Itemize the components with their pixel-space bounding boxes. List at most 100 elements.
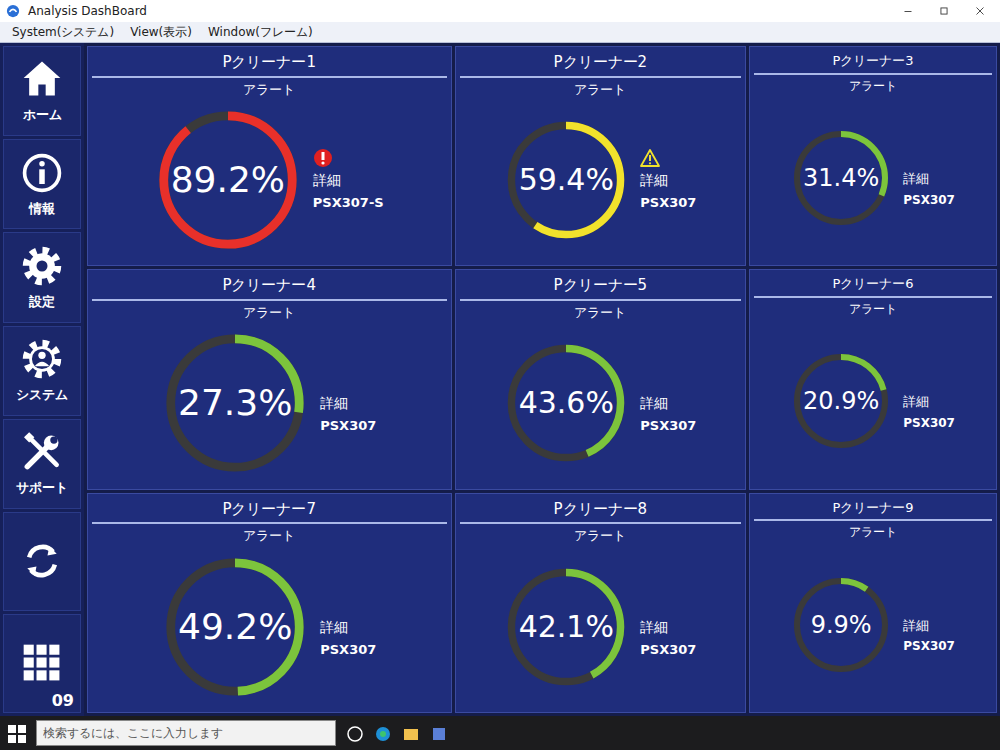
sidebar-item[interactable]: サポート (3, 419, 81, 509)
sidebar-label: 情報 (29, 199, 55, 219)
taskbar-app-button[interactable] (374, 721, 392, 745)
grid-layout-button[interactable]: 09 (3, 614, 81, 713)
window-control-button[interactable] (930, 3, 958, 19)
detail-link[interactable]: 詳細 (320, 393, 376, 414)
system-gear-icon (20, 337, 64, 381)
cleaner-info: 詳細PSX307 (320, 371, 376, 436)
cleaner-title: Pクリーナー5 (456, 270, 746, 299)
gauge-value: 9.9% (811, 613, 872, 637)
title-rule (754, 519, 992, 521)
cleaner-info: 詳細PSX307 (320, 595, 376, 660)
gauge-value: 42.1% (519, 612, 614, 642)
cleaner-body: 49.2%詳細PSX307 (88, 546, 451, 712)
alert-label: アラート (750, 75, 996, 95)
alert-label: アラート (456, 78, 746, 100)
cleaner-panel[interactable]: Pクリーナー2アラート59.4%詳細PSX307 (455, 46, 747, 266)
menu-bar: System(システム) View(表示) Window(フレーム) (0, 22, 1000, 43)
taskbar-app-button[interactable] (402, 721, 420, 745)
close-icon (973, 4, 987, 18)
grid-icon (20, 641, 64, 685)
taskbar-app-button[interactable] (346, 721, 364, 745)
start-button[interactable] (8, 721, 26, 745)
ring-gauge: 9.9% (791, 575, 891, 675)
sidebar-item[interactable]: システム (3, 326, 81, 416)
maximize-icon (937, 4, 951, 18)
gauge-fill (512, 572, 621, 681)
window-control-button[interactable] (894, 3, 922, 19)
detail-link[interactable]: 詳細 (640, 393, 696, 414)
detail-link[interactable]: 詳細 (903, 616, 955, 636)
title-rule (754, 73, 992, 75)
sidebar-item[interactable]: 設定 (3, 232, 81, 322)
title-rule (754, 296, 992, 298)
main-area: ホーム情報設定システムサポート09Pクリーナー1アラート89.2%詳細PSX30… (0, 43, 1000, 716)
gauge-value: 27.3% (178, 385, 292, 421)
cleaner-body: 31.4% 詳細 PSX307 (750, 95, 996, 266)
warning-icon (640, 148, 660, 168)
ring-gauge: 42.1% (504, 565, 628, 689)
detail-link[interactable]: 詳細 (320, 617, 376, 638)
cleaner-grid: Pクリーナー1アラート89.2%詳細PSX307-SPクリーナー2アラート59.… (84, 43, 1000, 716)
cleaner-info: 詳細 PSX307 (903, 370, 955, 432)
cleaner-title: Pクリーナー9 (750, 494, 996, 520)
ring-gauge: 43.6% (504, 341, 628, 465)
cleaner-panel[interactable]: Pクリーナー3アラート 31.4% 詳細 PSX307 (749, 46, 997, 266)
sidebar-item[interactable]: 情報 (3, 139, 81, 229)
detail-link[interactable]: 詳細 (640, 617, 696, 638)
browser-icon (374, 725, 392, 743)
cleaner-panel[interactable]: Pクリーナー6アラート20.9%詳細PSX307 (749, 269, 997, 489)
menu-item[interactable]: System(システム) (8, 23, 118, 41)
cleaner-body: 43.6%詳細PSX307 (456, 322, 746, 488)
alert-label: アラート (88, 301, 451, 323)
menu-item[interactable]: View(表示) (126, 23, 196, 41)
cleaner-panel[interactable]: Pクリーナー7アラート49.2%詳細PSX307 (87, 493, 452, 713)
home-icon (20, 57, 64, 101)
cleaner-panel[interactable]: Pクリーナー5アラート43.6%詳細PSX307 (455, 269, 747, 489)
title-rule (92, 76, 447, 78)
detail-link[interactable]: 詳細 (640, 170, 696, 191)
ring-gauge: 31.4% (791, 128, 891, 228)
alert-label: アラート (88, 524, 451, 546)
menu-item[interactable]: Window(フレーム) (204, 23, 317, 41)
detail-link[interactable]: 詳細 (313, 170, 384, 191)
taskbar-app-button[interactable] (430, 721, 448, 745)
model-name: PSX307 (903, 191, 955, 209)
gauge-fill (171, 339, 299, 467)
gauge-fill (797, 357, 885, 445)
app-icon (430, 725, 448, 743)
info-icon (20, 151, 64, 195)
task-view-icon (346, 725, 364, 743)
cleaner-panel[interactable]: Pクリーナー9アラート9.9%詳細PSX307 (749, 493, 997, 713)
cleaner-title: Pクリーナー7 (88, 494, 451, 523)
gauge-value: 43.6% (519, 388, 614, 418)
cleaner-title: Pクリーナー3 (750, 47, 996, 73)
model-name: PSX307 (903, 414, 955, 432)
cleaner-panel[interactable]: Pクリーナー1アラート89.2%詳細PSX307-S (87, 46, 452, 266)
detail-link[interactable]: 詳細 (903, 392, 955, 412)
gauge-value: 59.4% (519, 165, 614, 195)
cleaner-panel[interactable]: Pクリーナー8アラート42.1%詳細PSX307 (455, 493, 747, 713)
cleaner-body: 59.4%詳細PSX307 (456, 99, 746, 265)
cleaner-body: 89.2%詳細PSX307-S (88, 99, 451, 265)
refresh-button[interactable] (3, 512, 81, 611)
sidebar-label: ホーム (23, 105, 62, 125)
app-window: Analysis DashBoardSystem(システム)View(表示)Wi… (0, 0, 1000, 750)
refresh-icon (20, 539, 64, 583)
ring-gauge: 59.4% (504, 118, 628, 242)
window-control-button[interactable] (966, 3, 994, 19)
ring-gauge: 89.2% (155, 107, 301, 253)
gauge-fill (171, 563, 299, 691)
cleaner-panel[interactable]: Pクリーナー4アラート27.3%詳細PSX307 (87, 269, 452, 489)
model-name: PSX307 (320, 640, 376, 660)
model-name: PSX307 (320, 416, 376, 436)
cleaner-title: Pクリーナー1 (88, 47, 451, 76)
alert-label: アラート (750, 298, 996, 318)
taskbar-search[interactable] (36, 720, 336, 746)
sidebar-item[interactable]: ホーム (3, 46, 81, 136)
detail-link[interactable]: 詳細 (903, 169, 955, 189)
cleaner-body: 42.1%詳細PSX307 (456, 546, 746, 712)
